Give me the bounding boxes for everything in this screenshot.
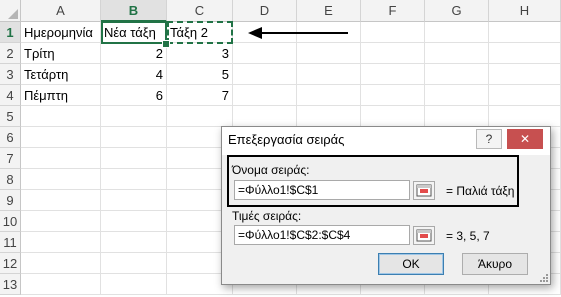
cell-f1[interactable] <box>361 22 425 43</box>
row-header-1[interactable]: 1 <box>0 22 21 43</box>
cell-h4[interactable] <box>489 85 561 106</box>
cell-b3[interactable]: 4 <box>101 64 167 85</box>
cell-b6[interactable] <box>101 127 167 148</box>
cell-a7[interactable] <box>21 148 101 169</box>
series-values-range-button[interactable] <box>413 226 435 245</box>
cell-g4[interactable] <box>425 85 489 106</box>
resize-grip-icon[interactable] <box>540 274 548 282</box>
cell-e4[interactable] <box>297 85 361 106</box>
cell-f3[interactable] <box>361 64 425 85</box>
cell-d3[interactable] <box>233 64 297 85</box>
cell-g5[interactable] <box>425 106 489 127</box>
cell-a2[interactable]: Τρίτη <box>21 43 101 64</box>
cell-c2[interactable]: 3 <box>167 43 233 64</box>
cell-b1[interactable]: Νέα τάξη <box>101 22 167 43</box>
cell-a10[interactable] <box>21 211 101 232</box>
close-button[interactable]: ✕ <box>507 129 543 149</box>
cell-b4[interactable]: 6 <box>101 85 167 106</box>
cell-a11[interactable] <box>21 232 101 253</box>
series-name-input[interactable]: =Φύλλο1!$C$1 <box>234 180 410 200</box>
row-header-12[interactable]: 12 <box>0 253 21 274</box>
cell-h2[interactable] <box>489 43 561 64</box>
cell-f5[interactable] <box>361 106 425 127</box>
cell-c1[interactable]: Τάξη 2 <box>167 22 233 43</box>
series-values-input[interactable]: =Φύλλο1!$C$2:$C$4 <box>234 225 410 245</box>
row-header-6[interactable]: 6 <box>0 127 21 148</box>
row-header-10[interactable]: 10 <box>0 211 21 232</box>
cell-b8[interactable] <box>101 169 167 190</box>
series-name-result: = Παλιά τάξη <box>446 184 515 198</box>
ok-button[interactable]: OK <box>378 253 444 275</box>
cell-a8[interactable] <box>21 169 101 190</box>
cell-g2[interactable] <box>425 43 489 64</box>
cell-c4[interactable]: 7 <box>167 85 233 106</box>
collapse-dialog-icon <box>416 184 432 197</box>
cell-b9[interactable] <box>101 190 167 211</box>
cell-d5[interactable] <box>233 106 297 127</box>
fill-handle[interactable] <box>162 40 170 48</box>
cell-g1[interactable] <box>425 22 489 43</box>
dialog-titlebar[interactable]: Επεξεργασία σειράς ? ✕ <box>222 127 550 155</box>
cell-a3[interactable]: Τετάρτη <box>21 64 101 85</box>
row-header-7[interactable]: 7 <box>0 148 21 169</box>
edit-series-dialog: Επεξεργασία σειράς ? ✕ Όνομα σειράς: =Φύ… <box>221 126 551 285</box>
cell-a1[interactable]: Ημερομηνία <box>21 22 101 43</box>
row-header-13[interactable]: 13 <box>0 274 21 295</box>
cell-a13[interactable] <box>21 274 101 295</box>
cell-e2[interactable] <box>297 43 361 64</box>
cell-b12[interactable] <box>101 253 167 274</box>
row-header-4[interactable]: 4 <box>0 85 21 106</box>
cell-b11[interactable] <box>101 232 167 253</box>
cell-d4[interactable] <box>233 85 297 106</box>
cell-a9[interactable] <box>21 190 101 211</box>
cell-b10[interactable] <box>101 211 167 232</box>
column-header-e[interactable]: E <box>297 0 361 22</box>
column-header-d[interactable]: D <box>233 0 297 22</box>
cell-b2[interactable]: 2 <box>101 43 167 64</box>
series-values-result: = 3, 5, 7 <box>446 229 490 243</box>
row-header-5[interactable]: 5 <box>0 106 21 127</box>
cell-d2[interactable] <box>233 43 297 64</box>
pointer-arrow-icon <box>248 27 348 39</box>
cell-e5[interactable] <box>297 106 361 127</box>
dialog-title: Επεξεργασία σειράς <box>228 132 345 147</box>
cell-e3[interactable] <box>297 64 361 85</box>
cell-a4[interactable]: Πέμπτη <box>21 85 101 106</box>
cell-b5[interactable] <box>101 106 167 127</box>
cell-b13[interactable] <box>101 274 167 295</box>
row-header-8[interactable]: 8 <box>0 169 21 190</box>
cell-f2[interactable] <box>361 43 425 64</box>
column-header-a[interactable]: A <box>21 0 101 22</box>
column-header-f[interactable]: F <box>361 0 425 22</box>
cancel-button[interactable]: Άκυρο <box>462 253 528 275</box>
column-header-b[interactable]: B <box>101 0 167 22</box>
cell-b7[interactable] <box>101 148 167 169</box>
series-name-range-button[interactable] <box>413 181 435 200</box>
cell-a5[interactable] <box>21 106 101 127</box>
collapse-dialog-icon <box>416 229 432 242</box>
column-header-c[interactable]: C <box>167 0 233 22</box>
cell-c3[interactable]: 5 <box>167 64 233 85</box>
column-header-g[interactable]: G <box>425 0 489 22</box>
row-header-3[interactable]: 3 <box>0 64 21 85</box>
row-header-11[interactable]: 11 <box>0 232 21 253</box>
row-header-9[interactable]: 9 <box>0 190 21 211</box>
series-values-label: Τιμές σειράς: <box>232 209 302 223</box>
cell-a12[interactable] <box>21 253 101 274</box>
row-header-2[interactable]: 2 <box>0 43 21 64</box>
column-header-h[interactable]: H <box>489 0 561 22</box>
cell-h5[interactable] <box>489 106 561 127</box>
cell-c5[interactable] <box>167 106 233 127</box>
cell-a6[interactable] <box>21 127 101 148</box>
select-all-corner[interactable] <box>0 0 21 22</box>
cell-g3[interactable] <box>425 64 489 85</box>
cell-f4[interactable] <box>361 85 425 106</box>
cell-h3[interactable] <box>489 64 561 85</box>
help-button[interactable]: ? <box>476 129 502 149</box>
cell-h1[interactable] <box>489 22 561 43</box>
series-name-label: Όνομα σειράς: <box>232 163 310 177</box>
